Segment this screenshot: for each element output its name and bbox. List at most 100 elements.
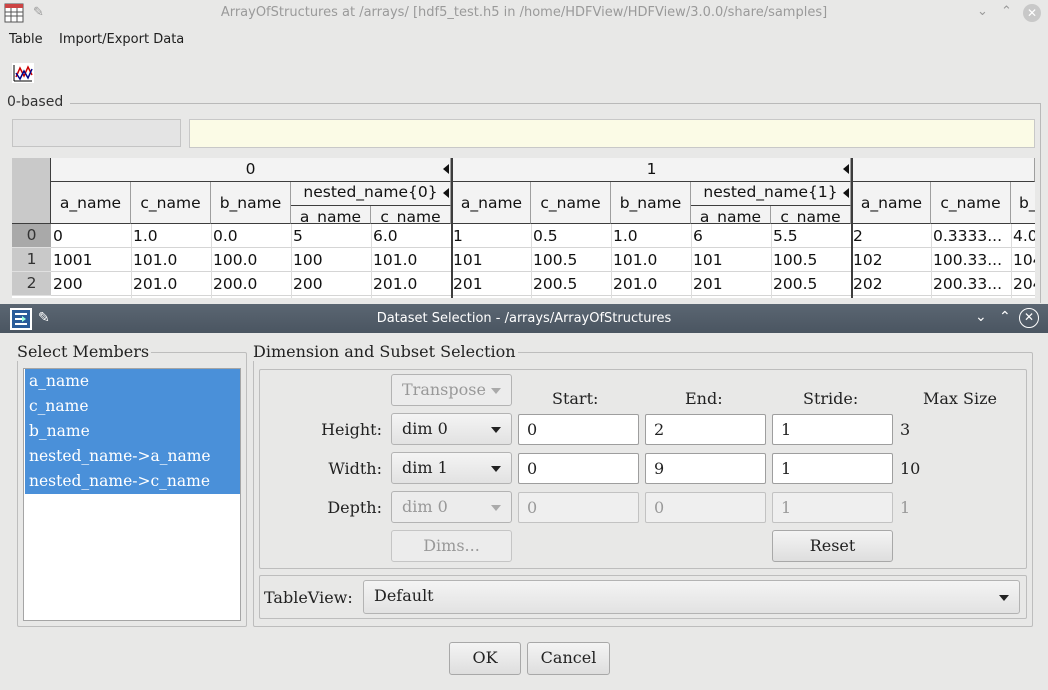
group-divider — [451, 224, 453, 298]
column-header[interactable]: a_name — [451, 182, 531, 224]
column-header[interactable]: c_name — [371, 206, 451, 224]
table-cell[interactable]: 100.5 — [533, 251, 609, 269]
table-cell[interactable]: 101.0 — [613, 251, 689, 269]
table-cell[interactable]: 202 — [853, 275, 929, 293]
maximize-button[interactable]: ⌃ — [999, 309, 1011, 325]
frame-border — [70, 103, 1040, 104]
width-end-field[interactable]: 9 — [645, 453, 766, 484]
menu-import-export[interactable]: Import/Export Data — [59, 32, 184, 47]
tableview-dropdown[interactable]: Default — [363, 580, 1020, 614]
table-cell[interactable]: 100 — [293, 251, 369, 269]
row-header[interactable]: 2 — [12, 272, 51, 296]
table-cell[interactable]: 101.0 — [373, 251, 449, 269]
height-start-field[interactable]: 0 — [518, 414, 639, 445]
minimize-button[interactable]: ⌄ — [975, 309, 987, 325]
table-cell[interactable]: 2 — [853, 227, 929, 245]
collapse-arrow-icon[interactable] — [443, 164, 449, 174]
table-cell[interactable]: 0 — [53, 227, 129, 245]
table-cell[interactable]: 100.0 — [213, 251, 289, 269]
table-cell[interactable]: 4.0 — [1013, 227, 1035, 245]
table-cell[interactable]: 204 — [1013, 275, 1035, 293]
row-header[interactable]: 1 — [12, 248, 51, 272]
group-header-2[interactable] — [851, 158, 1035, 182]
table-cell[interactable]: 0.3333... — [933, 227, 1009, 245]
table-cell[interactable]: 200.5 — [533, 275, 609, 293]
table-cell[interactable]: 201 — [693, 275, 769, 293]
width-stride-field[interactable]: 1 — [772, 453, 893, 484]
collapse-arrow-icon[interactable] — [843, 188, 849, 198]
list-item[interactable]: nested_name->c_name — [25, 469, 240, 494]
column-header[interactable]: a_name — [291, 206, 371, 224]
column-header[interactable]: a_name — [51, 182, 131, 224]
close-button[interactable]: ✕ — [1023, 4, 1041, 22]
group-header-1[interactable]: 1 — [451, 158, 851, 182]
table-cell[interactable]: 104 — [1013, 251, 1035, 269]
table-cell[interactable]: 100.33... — [933, 251, 1009, 269]
table-cell[interactable]: 201.0 — [613, 275, 689, 293]
list-item[interactable]: nested_name->a_name — [25, 444, 240, 469]
ok-button[interactable]: OK — [449, 642, 521, 675]
table-cell[interactable]: 200.0 — [213, 275, 289, 293]
table-cell[interactable]: 200 — [293, 275, 369, 293]
list-item[interactable]: c_name — [25, 394, 240, 419]
nested-header-0[interactable]: nested_name{0} — [291, 182, 451, 206]
table-cell[interactable]: 200.5 — [773, 275, 849, 293]
reset-button[interactable]: Reset — [772, 530, 893, 562]
height-end-field[interactable]: 2 — [645, 414, 766, 445]
column-header[interactable]: b_name — [211, 182, 291, 224]
cancel-button[interactable]: Cancel — [527, 642, 610, 675]
menu-table[interactable]: Table — [9, 32, 43, 47]
close-button[interactable]: ✕ — [1019, 308, 1039, 328]
chevron-down-icon — [999, 595, 1009, 601]
stride-header: Stride: — [803, 389, 859, 408]
table-cell[interactable]: 100.5 — [773, 251, 849, 269]
table-cell[interactable]: 101.0 — [133, 251, 209, 269]
column-header[interactable]: c_name — [531, 182, 611, 224]
table-cell[interactable]: 5.5 — [773, 227, 849, 245]
collapse-arrow-icon[interactable] — [443, 188, 449, 198]
table-cell[interactable]: 201.0 — [133, 275, 209, 293]
column-header[interactable]: a_name — [691, 206, 771, 224]
table-cell[interactable]: 6 — [693, 227, 769, 245]
nested-header-1[interactable]: nested_name{1} — [691, 182, 851, 206]
table-cell[interactable]: 101 — [453, 251, 529, 269]
table-cell[interactable]: 102 — [853, 251, 929, 269]
table-cell[interactable]: 5 — [293, 227, 369, 245]
minimize-button[interactable]: ⌄ — [977, 4, 988, 19]
table-cell[interactable]: 1001 — [53, 251, 129, 269]
line-chart-icon[interactable] — [12, 63, 34, 83]
collapse-arrow-icon[interactable] — [843, 164, 849, 174]
column-header[interactable]: b_name — [611, 182, 691, 224]
table-cell[interactable]: 0.0 — [213, 227, 289, 245]
width-dim-dropdown[interactable]: dim 1 — [391, 452, 512, 484]
data-table[interactable]: 0 1 a_name c_name b_name nested_name{0} … — [12, 158, 1035, 298]
group-header-0[interactable]: 0 — [51, 158, 451, 182]
column-header[interactable]: b_ — [1011, 182, 1035, 224]
height-stride-field[interactable]: 1 — [772, 414, 893, 445]
maximize-button[interactable]: ⌃ — [1001, 4, 1012, 19]
table-cell[interactable]: 1.0 — [613, 227, 689, 245]
table-cell[interactable]: 0.5 — [533, 227, 609, 245]
group-divider — [851, 224, 853, 298]
list-item[interactable]: b_name — [25, 419, 240, 444]
table-cell[interactable]: 1 — [453, 227, 529, 245]
height-max-size: 3 — [900, 420, 911, 439]
members-list[interactable]: a_name c_name b_name nested_name->a_name… — [23, 368, 241, 621]
width-start-field[interactable]: 0 — [518, 453, 639, 484]
list-item[interactable]: a_name — [25, 369, 240, 394]
table-cell[interactable]: 201.0 — [373, 275, 449, 293]
table-cell[interactable]: 201 — [453, 275, 529, 293]
table-cell[interactable]: 6.0 — [373, 227, 449, 245]
table-cell[interactable]: 1.0 — [133, 227, 209, 245]
table-cell[interactable]: 101 — [693, 251, 769, 269]
cell-value-field[interactable] — [189, 119, 1035, 148]
table-cell[interactable]: 200.33... — [933, 275, 1009, 293]
table-cell[interactable]: 200 — [53, 275, 129, 293]
column-header[interactable]: c_name — [771, 206, 851, 224]
column-header[interactable]: a_name — [851, 182, 931, 224]
zero-based-label: 0-based — [7, 94, 64, 110]
column-header[interactable]: c_name — [931, 182, 1011, 224]
height-dim-dropdown[interactable]: dim 0 — [391, 413, 512, 445]
row-header[interactable]: 0 — [12, 224, 51, 248]
column-header[interactable]: c_name — [131, 182, 211, 224]
